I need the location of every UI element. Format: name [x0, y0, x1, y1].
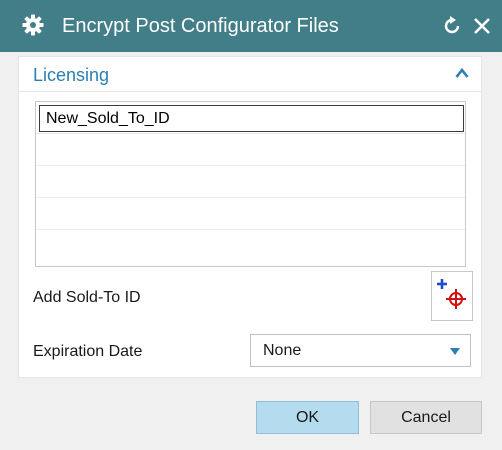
title-bar: Encrypt Post Configurator Files [0, 0, 502, 52]
list-item[interactable] [36, 230, 465, 262]
window-title: Encrypt Post Configurator Files [62, 15, 339, 37]
cancel-button[interactable]: Cancel [370, 401, 482, 434]
list-item[interactable] [36, 134, 465, 166]
close-button[interactable] [468, 12, 496, 40]
expiration-date-value: None [263, 342, 302, 359]
licensing-group-header[interactable]: Licensing [19, 57, 481, 92]
encrypt-dialog: Encrypt Post Configurator Files Licensin… [0, 0, 502, 450]
expiration-date-select[interactable]: None [250, 334, 471, 367]
add-sold-to-button[interactable] [431, 271, 473, 321]
ok-button[interactable]: OK [256, 401, 359, 434]
add-point-icon [437, 279, 466, 309]
expiration-date-label: Expiration Date [33, 343, 143, 360]
close-icon [474, 18, 490, 34]
chevron-up-icon[interactable] [455, 67, 469, 79]
add-sold-to-label: Add Sold-To ID [33, 289, 141, 306]
gear-icon [22, 14, 44, 36]
licensing-group: Licensing New_Sold_To_ID Add Sold-To ID [18, 56, 482, 378]
sold-to-id-list[interactable]: New_Sold_To_ID [35, 101, 466, 267]
group-title: Licensing [33, 65, 110, 85]
list-item[interactable] [36, 198, 465, 230]
reset-button[interactable] [438, 12, 466, 40]
list-item[interactable]: New_Sold_To_ID [36, 102, 465, 134]
list-item[interactable] [36, 166, 465, 198]
sold-to-id-edit-field[interactable]: New_Sold_To_ID [39, 105, 464, 132]
chevron-down-icon [450, 348, 460, 355]
reset-icon [444, 16, 460, 34]
